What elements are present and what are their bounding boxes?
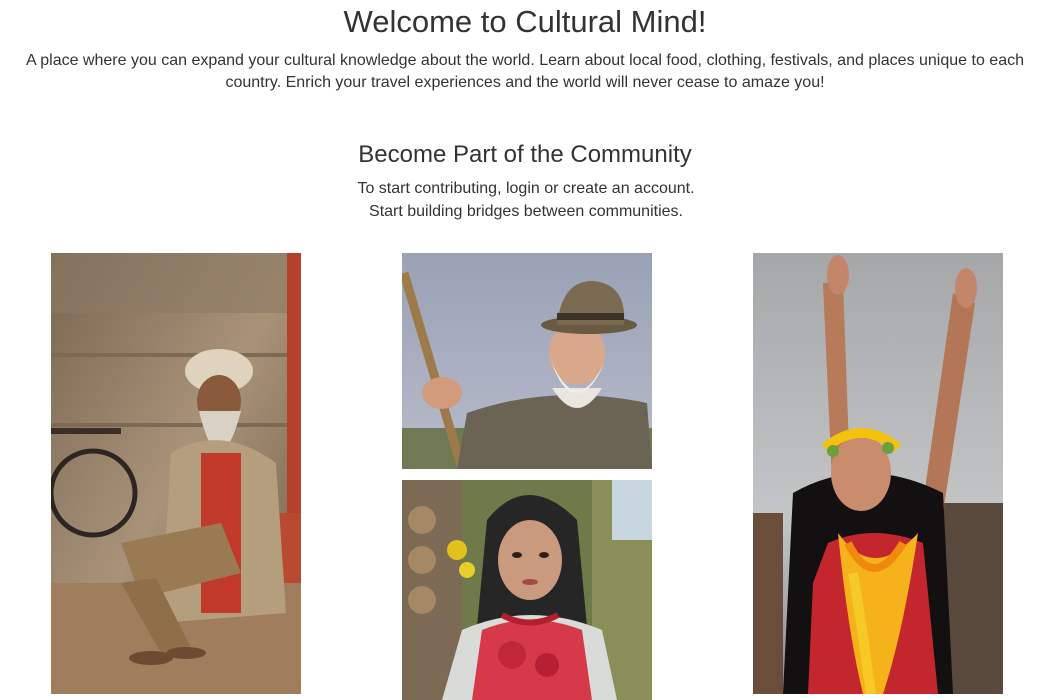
community-heading: Become Part of the Community (358, 141, 692, 168)
community-text-line-1: To start contributing, login or create a… (357, 180, 695, 197)
page: Welcome to Cultural Mind! A place where … (0, 0, 1050, 700)
photo-woman-traditional-dress (402, 480, 652, 700)
community-text-line-2: Start building bridges between communiti… (369, 203, 683, 220)
photo-man-turban (51, 253, 301, 694)
photo-man-hat (402, 253, 652, 469)
page-title: Welcome to Cultural Mind! (343, 4, 707, 39)
intro-paragraph: A place where you can expand your cultur… (26, 52, 1024, 91)
photo-hula-dancer (753, 253, 1003, 694)
